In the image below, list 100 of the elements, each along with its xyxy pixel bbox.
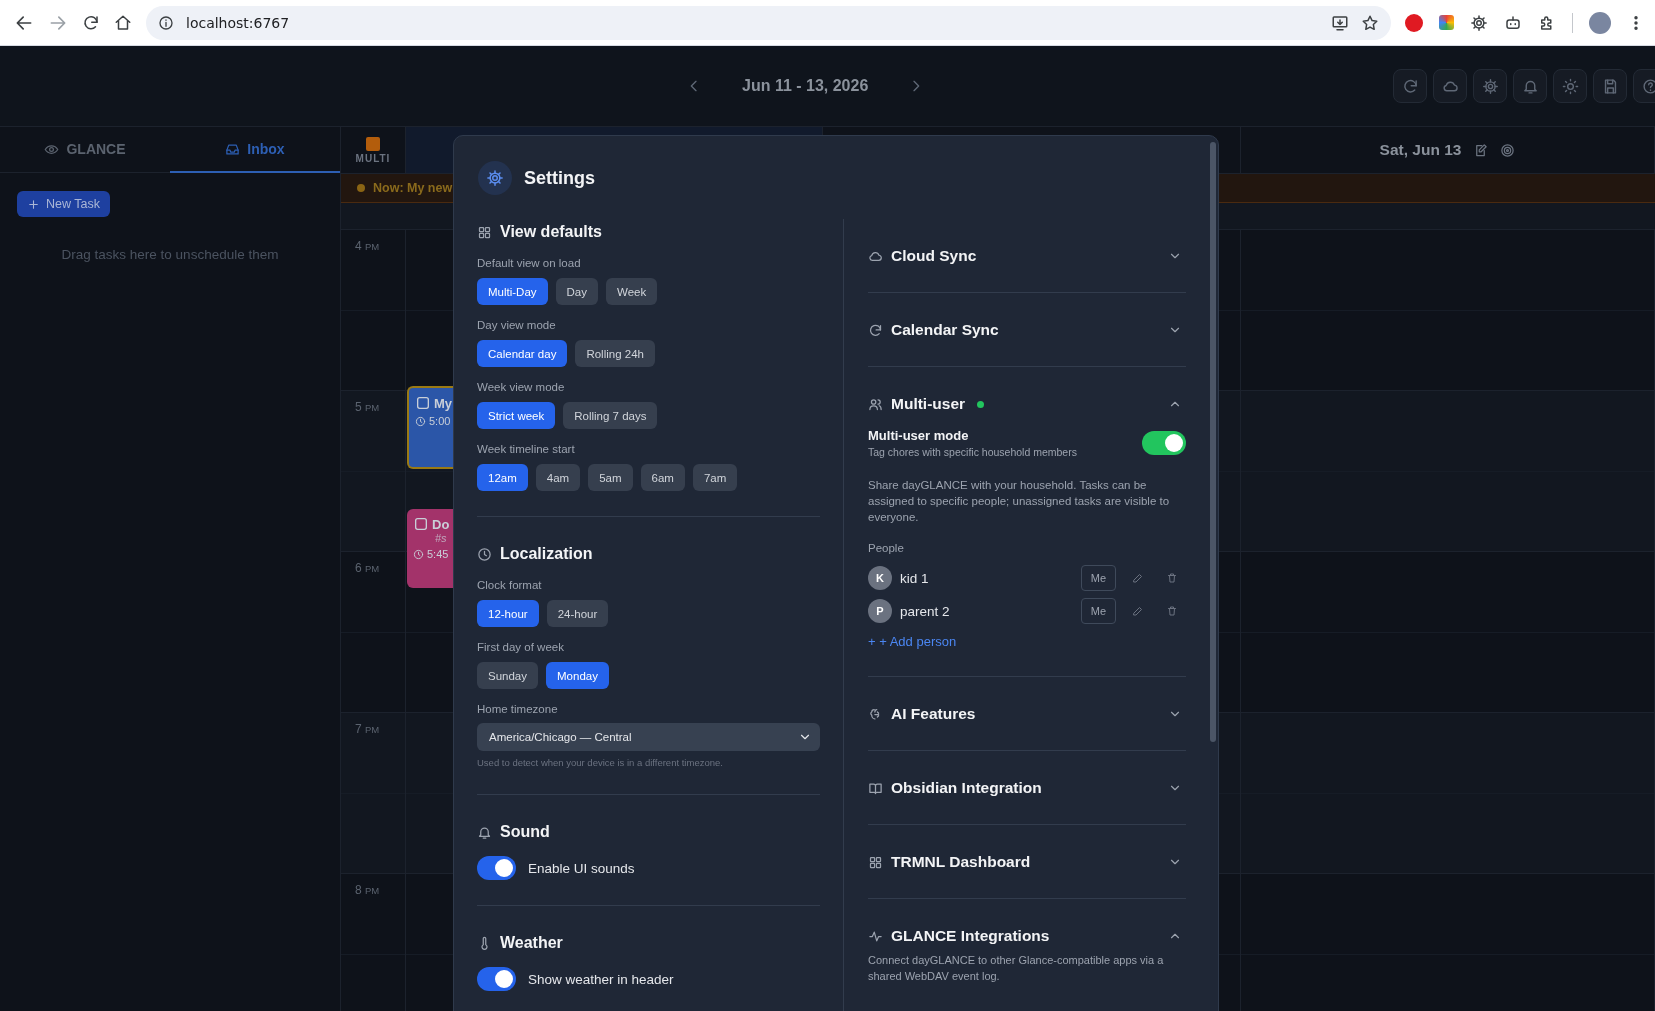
modal-title: Settings <box>524 167 595 189</box>
trash-icon[interactable] <box>1166 572 1178 584</box>
install-icon[interactable] <box>1331 13 1349 32</box>
bell-icon <box>477 824 492 840</box>
robot-icon[interactable] <box>1504 13 1522 32</box>
field-label: Home timezone <box>477 702 559 717</box>
option-button[interactable]: 4am <box>535 464 581 491</box>
save-button[interactable] <box>1593 69 1627 103</box>
setting-title: Multi-user mode <box>868 427 970 445</box>
extension-icon[interactable] <box>1439 15 1454 30</box>
section-header[interactable]: Cloud Sync <box>868 246 1186 266</box>
pencil-icon[interactable] <box>1132 572 1144 584</box>
checkbox-icon[interactable] <box>415 395 431 411</box>
star-icon[interactable] <box>1361 13 1379 32</box>
hour-label: 8 PM <box>355 883 380 897</box>
avatar-icon[interactable] <box>1589 11 1611 34</box>
multi-day-icon <box>366 136 380 151</box>
timezone-select[interactable]: America/Chicago — Central <box>477 723 820 751</box>
grid-icon <box>868 854 883 870</box>
sun-button[interactable] <box>1553 69 1587 103</box>
hour-label: 4 PM <box>355 239 380 253</box>
person-name: kid 1 <box>900 570 930 586</box>
option-button[interactable]: 24-hour <box>546 600 609 627</box>
note-icon[interactable] <box>1473 142 1489 158</box>
add-person-link[interactable]: + + Add person <box>868 634 957 649</box>
section-title: View defaults <box>500 223 602 241</box>
option-button[interactable]: 5am <box>588 464 633 491</box>
refresh-icon <box>868 322 883 338</box>
event-tag: #s <box>435 532 477 544</box>
option-button[interactable]: Week <box>606 278 658 305</box>
option-button[interactable]: Calendar day <box>477 340 568 367</box>
section-title: Sound <box>500 823 550 841</box>
section-title: Calendar Sync <box>891 321 999 339</box>
checkbox-icon[interactable] <box>413 516 429 532</box>
option-button[interactable]: Rolling 7 days <box>563 402 658 429</box>
section-title: Cloud Sync <box>891 247 977 265</box>
settings-button[interactable] <box>1473 69 1507 103</box>
section-header[interactable]: AI Features <box>868 704 1186 724</box>
section-title: AI Features <box>891 705 976 723</box>
toggle-switch[interactable] <box>477 856 516 880</box>
toggle-label: Enable UI sounds <box>528 860 635 876</box>
now-banner-text: Now: My new <box>373 181 453 195</box>
option-button[interactable]: Monday <box>546 662 609 689</box>
option-button[interactable]: Day <box>555 278 598 305</box>
info-icon <box>158 14 174 31</box>
empty-inbox-message: Drag tasks here to unschedule them <box>60 247 280 262</box>
pencil-icon[interactable] <box>1132 605 1144 617</box>
option-button[interactable]: 7am <box>692 464 738 491</box>
new-task-button[interactable]: New Task <box>17 191 110 217</box>
option-label: Default view on load <box>477 256 582 271</box>
section-title: TRMNL Dashboard <box>891 853 1031 871</box>
status-dot <box>357 184 365 192</box>
target-icon[interactable] <box>1500 142 1516 158</box>
settings-icon <box>486 169 504 187</box>
url-text: localhost:6767 <box>186 14 291 31</box>
option-label: Day view mode <box>477 318 557 333</box>
hour-label: 6 PM <box>355 561 380 575</box>
bell-button[interactable] <box>1513 69 1547 103</box>
section-title: Multi-user <box>891 395 966 413</box>
multi-label: MULTI <box>355 152 391 164</box>
option-label: Week timeline start <box>477 442 576 457</box>
hour-label: 5 PM <box>355 400 380 414</box>
event-time: 5:00 <box>429 415 451 427</box>
toggle-switch[interactable] <box>1142 431 1186 455</box>
date-range: Jun 11 - 13, 2026 <box>742 77 869 95</box>
section-header[interactable]: TRMNL Dashboard <box>868 852 1186 872</box>
toggle-switch[interactable] <box>477 967 516 991</box>
cloud-button[interactable] <box>1433 69 1467 103</box>
option-button[interactable]: 12-hour <box>477 600 539 627</box>
section-title: Localization <box>500 545 593 563</box>
section-description: Connect dayGLANCE to other Glance-compatible apps via a shared WebDAV event log. <box>868 953 1165 984</box>
section-header[interactable]: Calendar Sync <box>868 320 1186 340</box>
home-icon[interactable] <box>114 13 132 32</box>
option-label: First day of week <box>477 640 565 655</box>
option-button[interactable]: Rolling 24h <box>575 340 655 367</box>
sun-icon <box>1561 77 1579 95</box>
section-title: GLANCE Integrations <box>891 927 1050 945</box>
refresh-button[interactable] <box>1393 69 1427 103</box>
section-header[interactable]: Multi-user <box>868 394 1186 414</box>
address-bar[interactable]: localhost:6767 <box>146 5 1391 40</box>
option-button[interactable]: Strict week <box>477 402 556 429</box>
event-time: 5:45 <box>427 548 449 560</box>
option-button[interactable]: Multi-Day <box>477 278 548 305</box>
scrollbar[interactable] <box>1210 142 1216 742</box>
option-button[interactable]: 6am <box>640 464 685 491</box>
section-header[interactable]: Obsidian Integration <box>868 778 1186 798</box>
event-title: My <box>434 395 453 411</box>
extension-icon[interactable] <box>1405 13 1423 32</box>
clock-icon <box>415 415 426 427</box>
option-button[interactable]: 12am <box>477 464 528 491</box>
gear-icon[interactable] <box>1470 13 1488 32</box>
grid-icon <box>477 224 492 240</box>
section-header[interactable]: GLANCE Integrations <box>868 926 1186 946</box>
me-button[interactable]: Me <box>1080 565 1116 591</box>
option-button[interactable]: Sunday <box>477 662 538 689</box>
section-description: Share dayGLANCE with your household. Tasks can be assigned to specific people; unassigned tasks are visible to everyone. <box>868 478 1171 525</box>
reload-icon[interactable] <box>82 13 100 32</box>
trash-icon[interactable] <box>1166 605 1178 617</box>
clock-icon <box>477 546 492 562</box>
me-button[interactable]: Me <box>1080 598 1116 624</box>
